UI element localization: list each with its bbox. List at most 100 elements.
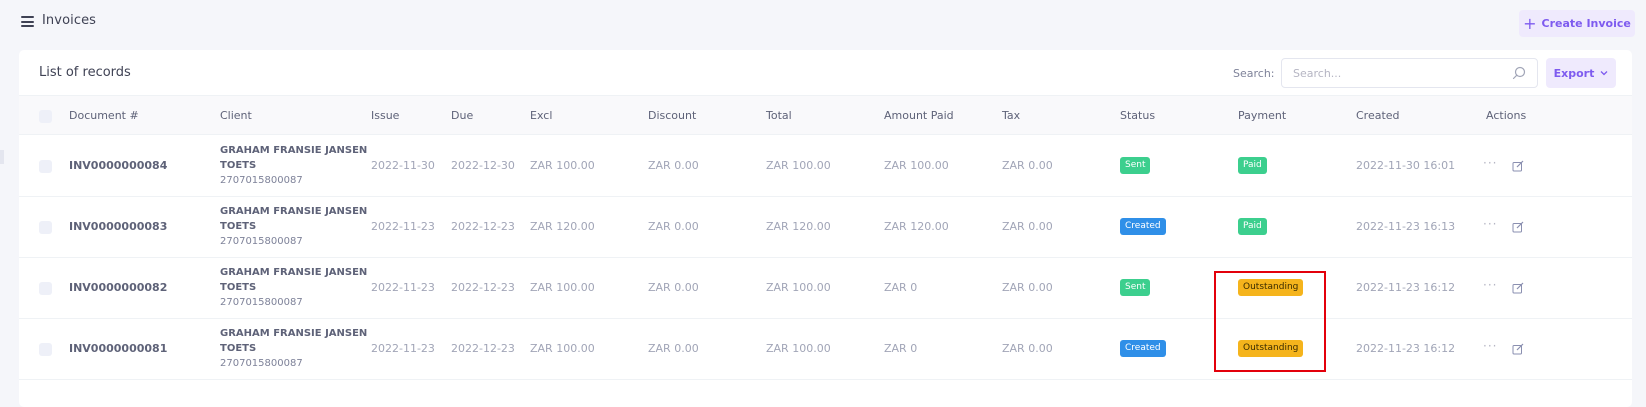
excl-amount: ZAR 100.00 [530, 281, 595, 294]
row-checkbox[interactable] [39, 282, 52, 295]
payment-badge: Paid [1238, 157, 1267, 174]
created-date: 2022-11-23 16:12 [1356, 342, 1456, 355]
col-created[interactable]: Created [1356, 109, 1400, 122]
col-tax[interactable]: Tax [1002, 109, 1020, 122]
created-date: 2022-11-30 16:01 [1356, 159, 1456, 172]
tax-amount: ZAR 0.00 [1002, 220, 1053, 233]
search-box [1281, 58, 1538, 88]
discount-amount: ZAR 0.00 [648, 220, 699, 233]
col-actions: Actions [1486, 109, 1527, 122]
ellipsis-icon[interactable]: ··· [1483, 339, 1497, 353]
search-icon[interactable] [1512, 66, 1526, 80]
tax-amount: ZAR 0.00 [1002, 159, 1053, 172]
table-row[interactable]: INV0000000083 GRAHAM FRANSIE JANSEN TOET… [19, 197, 1632, 258]
payment-badge: Outstanding [1238, 340, 1304, 357]
discount-amount: ZAR 0.00 [648, 342, 699, 355]
client-name: GRAHAM FRANSIE JANSEN [220, 328, 368, 339]
client-id: 2707015800087 [220, 175, 303, 186]
payment-badge: Paid [1238, 218, 1267, 235]
due-date: 2022-12-23 [451, 342, 515, 355]
excl-amount: ZAR 120.00 [530, 220, 595, 233]
table-header: Document # Client Issue Due Excl Discoun… [19, 95, 1632, 135]
payment-badge: Outstanding [1238, 279, 1304, 296]
issue-date: 2022-11-30 [371, 159, 435, 172]
col-client[interactable]: Client [220, 109, 252, 122]
tax-amount: ZAR 0.00 [1002, 281, 1053, 294]
ellipsis-icon[interactable]: ··· [1483, 278, 1497, 292]
create-invoice-button[interactable]: + Create Invoice [1519, 10, 1635, 37]
chevron-down-icon [1600, 71, 1608, 76]
tax-amount: ZAR 0.00 [1002, 342, 1053, 355]
document-number[interactable]: INV0000000082 [69, 281, 167, 294]
col-due[interactable]: Due [451, 109, 473, 122]
search-input[interactable] [1282, 59, 1507, 87]
due-date: 2022-12-30 [451, 159, 515, 172]
plus-icon: + [1523, 13, 1537, 33]
due-date: 2022-12-23 [451, 220, 515, 233]
client-name: GRAHAM FRANSIE JANSEN [220, 206, 368, 217]
client-name-2: TOETS [220, 282, 257, 293]
edit-icon[interactable] [1512, 160, 1524, 172]
issue-date: 2022-11-23 [371, 281, 435, 294]
export-button[interactable]: Export [1546, 58, 1616, 88]
edit-icon[interactable] [1512, 282, 1524, 294]
select-all-checkbox[interactable] [39, 110, 52, 123]
row-checkbox[interactable] [39, 221, 52, 234]
ellipsis-icon[interactable]: ··· [1483, 217, 1497, 231]
client-id: 2707015800087 [220, 236, 303, 247]
client-name-2: TOETS [220, 343, 257, 354]
amount-paid: ZAR 120.00 [884, 220, 949, 233]
row-checkbox[interactable] [39, 343, 52, 356]
document-number[interactable]: INV0000000084 [69, 159, 167, 172]
search-label: Search: [1233, 67, 1275, 80]
discount-amount: ZAR 0.00 [648, 159, 699, 172]
col-excl[interactable]: Excl [530, 109, 552, 122]
records-card: List of records Search: Export Document … [19, 50, 1632, 407]
menu-icon[interactable] [21, 16, 34, 27]
issue-date: 2022-11-23 [371, 220, 435, 233]
ellipsis-icon[interactable]: ··· [1483, 156, 1497, 170]
edit-icon[interactable] [1512, 343, 1524, 355]
created-date: 2022-11-23 16:12 [1356, 281, 1456, 294]
excl-amount: ZAR 100.00 [530, 342, 595, 355]
issue-date: 2022-11-23 [371, 342, 435, 355]
table-row[interactable]: INV0000000081 GRAHAM FRANSIE JANSEN TOET… [19, 319, 1632, 380]
col-document[interactable]: Document # [69, 109, 139, 122]
status-badge: Created [1120, 340, 1166, 357]
total-amount: ZAR 100.00 [766, 159, 831, 172]
client-cell: GRAHAM FRANSIE JANSEN TOETS 270701580008… [220, 143, 367, 188]
excl-amount: ZAR 100.00 [530, 159, 595, 172]
amount-paid: ZAR 0 [884, 342, 918, 355]
status-badge: Sent [1120, 157, 1151, 174]
due-date: 2022-12-23 [451, 281, 515, 294]
card-title: List of records [39, 65, 131, 80]
top-bar: Invoices + Create Invoice [0, 0, 1646, 46]
row-checkbox[interactable] [39, 160, 52, 173]
col-payment[interactable]: Payment [1238, 109, 1286, 122]
document-number[interactable]: INV0000000081 [69, 342, 167, 355]
col-discount[interactable]: Discount [648, 109, 696, 122]
table-row[interactable]: INV0000000084 GRAHAM FRANSIE JANSEN TOET… [19, 136, 1632, 197]
amount-paid: ZAR 100.00 [884, 159, 949, 172]
client-name: GRAHAM FRANSIE JANSEN [220, 145, 368, 156]
col-amount-paid[interactable]: Amount Paid [884, 109, 954, 122]
created-date: 2022-11-23 16:13 [1356, 220, 1456, 233]
col-total[interactable]: Total [766, 109, 792, 122]
status-badge: Created [1120, 218, 1166, 235]
document-number[interactable]: INV0000000083 [69, 220, 167, 233]
sidebar-edge [0, 150, 4, 164]
col-status[interactable]: Status [1120, 109, 1155, 122]
edit-icon[interactable] [1512, 221, 1524, 233]
client-cell: GRAHAM FRANSIE JANSEN TOETS 270701580008… [220, 204, 367, 249]
client-name-2: TOETS [220, 221, 257, 232]
total-amount: ZAR 100.00 [766, 281, 831, 294]
status-badge: Sent [1120, 279, 1151, 296]
client-cell: GRAHAM FRANSIE JANSEN TOETS 270701580008… [220, 265, 367, 310]
client-id: 2707015800087 [220, 358, 303, 369]
client-cell: GRAHAM FRANSIE JANSEN TOETS 270701580008… [220, 326, 367, 371]
total-amount: ZAR 120.00 [766, 220, 831, 233]
export-label: Export [1553, 66, 1595, 80]
col-issue[interactable]: Issue [371, 109, 399, 122]
table-row[interactable]: INV0000000082 GRAHAM FRANSIE JANSEN TOET… [19, 258, 1632, 319]
discount-amount: ZAR 0.00 [648, 281, 699, 294]
